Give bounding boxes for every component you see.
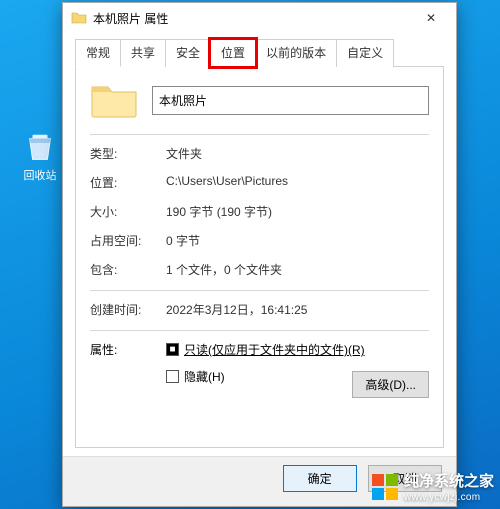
separator bbox=[90, 134, 429, 135]
tab-security[interactable]: 安全 bbox=[165, 39, 211, 67]
label-size: 大小: bbox=[90, 203, 166, 220]
label-contains: 包含: bbox=[90, 261, 166, 278]
checkbox-empty-icon bbox=[166, 370, 179, 383]
label-attributes: 属性: bbox=[90, 341, 166, 395]
window-title: 本机照片 属性 bbox=[93, 10, 410, 27]
close-button[interactable]: ✕ bbox=[410, 4, 452, 32]
watermark-name: 纯净系统之家 bbox=[404, 473, 494, 490]
titlebar: 本机照片 属性 ✕ bbox=[63, 3, 456, 33]
value-created: 2022年3月12日，16:41:25 bbox=[166, 301, 429, 318]
value-contains: 1 个文件，0 个文件夹 bbox=[166, 261, 429, 278]
folder-name-field[interactable]: 本机照片 bbox=[152, 86, 429, 115]
watermark-logo-icon bbox=[372, 474, 398, 500]
tab-panel-general: 本机照片 类型:文件夹 位置:C:\Users\User\Pictures 大小… bbox=[75, 66, 444, 448]
recycle-bin-label: 回收站 bbox=[18, 167, 62, 183]
recycle-bin-icon bbox=[22, 128, 58, 164]
readonly-checkbox[interactable]: ■ 只读(仅应用于文件夹中的文件)(R) bbox=[166, 341, 429, 358]
separator bbox=[90, 290, 429, 291]
tab-previous[interactable]: 以前的版本 bbox=[255, 39, 337, 67]
hidden-label: 隐藏(H) bbox=[184, 368, 225, 385]
recycle-bin[interactable]: 回收站 bbox=[18, 128, 62, 188]
tab-general[interactable]: 常规 bbox=[75, 39, 121, 67]
label-created: 创建时间: bbox=[90, 301, 166, 318]
value-type: 文件夹 bbox=[166, 145, 429, 162]
close-icon: ✕ bbox=[426, 11, 436, 25]
value-location: C:\Users\User\Pictures bbox=[166, 174, 429, 191]
watermark-url: www.ycwjzj.com bbox=[404, 492, 494, 503]
label-size-on-disk: 占用空间: bbox=[90, 232, 166, 249]
window-folder-icon bbox=[71, 10, 87, 26]
label-type: 类型: bbox=[90, 145, 166, 162]
ok-button[interactable]: 确定 bbox=[283, 465, 357, 492]
readonly-label: 只读(仅应用于文件夹中的文件)(R) bbox=[184, 341, 365, 358]
tab-strip: 常规 共享 安全 位置 以前的版本 自定义 bbox=[63, 33, 456, 67]
advanced-button[interactable]: 高级(D)... bbox=[352, 371, 429, 398]
label-location: 位置: bbox=[90, 174, 166, 191]
folder-icon bbox=[90, 79, 138, 122]
tab-sharing[interactable]: 共享 bbox=[120, 39, 166, 67]
tab-location[interactable]: 位置 bbox=[210, 39, 256, 67]
separator bbox=[90, 330, 429, 331]
properties-dialog: 本机照片 属性 ✕ 常规 共享 安全 位置 以前的版本 自定义 bbox=[62, 2, 457, 507]
value-size-on-disk: 0 字节 bbox=[166, 232, 429, 249]
checkbox-indeterminate-icon: ■ bbox=[166, 343, 179, 356]
value-size: 190 字节 (190 字节) bbox=[166, 203, 429, 220]
watermark: 纯净系统之家 www.ycwjzj.com bbox=[372, 470, 494, 503]
tab-custom[interactable]: 自定义 bbox=[336, 39, 394, 67]
